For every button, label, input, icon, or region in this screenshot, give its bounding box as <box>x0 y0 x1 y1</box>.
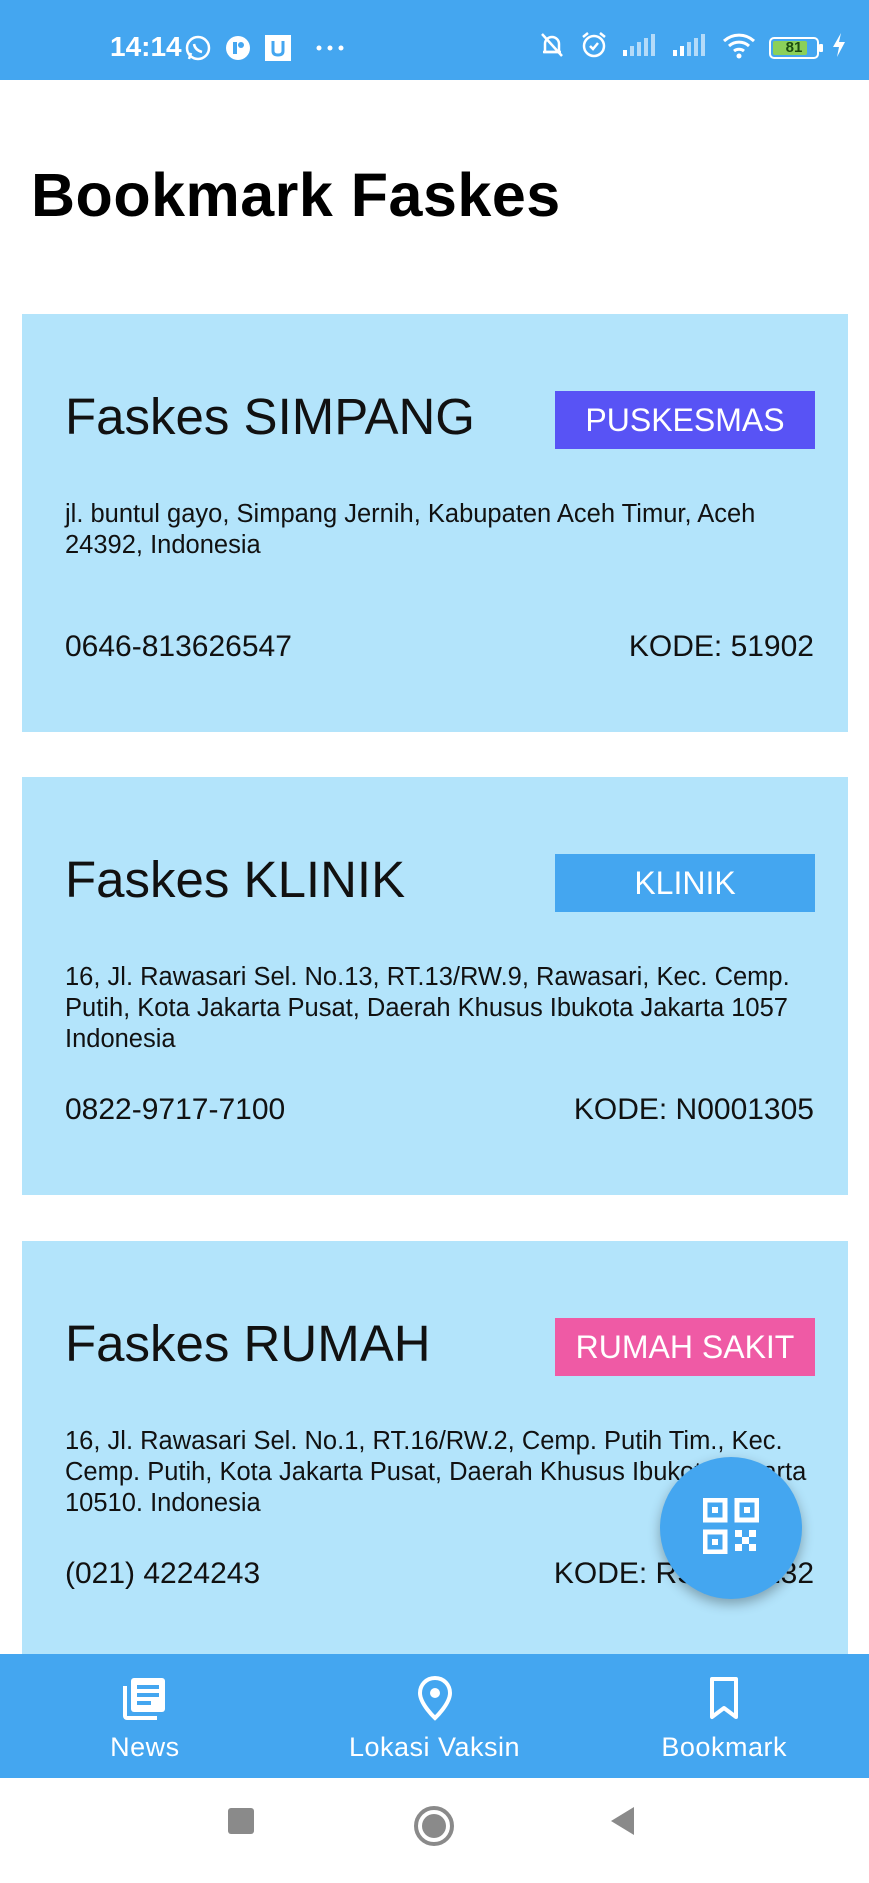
page-title: Bookmark Faskes <box>31 161 561 229</box>
faskes-phone[interactable]: (021) 4224243 <box>65 1557 260 1591</box>
faskes-card[interactable]: Faskes SIMPANG PUSKESMAS jl. buntul gayo… <box>22 314 848 732</box>
faskes-name: Faskes RUMAH <box>65 1315 431 1372</box>
faskes-address: jl. buntul gayo, Simpang Jernih, Kabupat… <box>65 500 756 559</box>
scan-qr-button[interactable] <box>660 1457 802 1599</box>
nav-item-bookmark[interactable]: Bookmark <box>579 1654 869 1778</box>
wifi-icon <box>721 31 757 64</box>
faskes-phone[interactable]: 0646-813626547 <box>65 630 292 664</box>
qr-code-icon <box>702 1497 760 1559</box>
bookmark-icon <box>700 1674 748 1722</box>
back-button[interactable] <box>606 1804 640 1838</box>
status-time: 14:14 <box>110 31 182 62</box>
battery-icon: 81 <box>769 36 823 59</box>
battery-level: 81 <box>785 39 803 56</box>
faskes-list[interactable]: Faskes SIMPANG PUSKESMAS jl. buntul gayo… <box>22 314 848 1654</box>
nav-item-news[interactable]: News <box>0 1654 290 1778</box>
notifications-muted-icon <box>537 30 567 65</box>
system-navigation-bar <box>0 1778 869 1883</box>
more-dots-icon <box>314 34 346 62</box>
news-icon <box>121 1674 169 1722</box>
charging-icon <box>831 32 847 63</box>
faskes-address: 16, Jl. Rawasari Sel. No.13, RT.13/RW.9,… <box>65 963 790 1053</box>
faskes-name: Faskes SIMPANG <box>65 388 475 445</box>
faskes-type-badge: PUSKESMAS <box>555 391 815 449</box>
nav-label-lokasi-vaksin: Lokasi Vaksin <box>348 1732 521 1762</box>
faskes-code: KODE: 51902 <box>628 630 814 663</box>
home-button[interactable] <box>412 1804 456 1848</box>
nav-label-bookmark: Bookmark <box>661 1732 787 1762</box>
status-bar: 14:14 81 <box>0 0 869 80</box>
faskes-card[interactable]: Faskes KLINIK KLINIK 16, Jl. Rawasari Se… <box>22 777 848 1195</box>
recent-apps-button[interactable] <box>224 1804 258 1838</box>
signal-icon <box>671 32 709 63</box>
location-pin-icon <box>411 1674 459 1722</box>
faskes-code: KODE: N0001305 <box>573 1093 814 1126</box>
faskes-type-badge: KLINIK <box>555 854 815 912</box>
signal-icon <box>621 32 659 63</box>
faskes-name: Faskes KLINIK <box>65 851 406 908</box>
faskes-type-badge: RUMAH SAKIT <box>555 1318 815 1376</box>
nav-item-lokasi-vaksin[interactable]: Lokasi Vaksin <box>290 1654 580 1778</box>
app-u-icon <box>264 34 292 62</box>
bottom-navigation: News Lokasi Vaksin Bookmark <box>0 1654 869 1778</box>
whatsapp-icon <box>184 34 212 62</box>
faskes-phone[interactable]: 0822-9717-7100 <box>65 1093 285 1127</box>
alarm-icon <box>579 30 609 65</box>
messenger-icon <box>224 34 252 62</box>
nav-label-news: News <box>110 1732 180 1762</box>
